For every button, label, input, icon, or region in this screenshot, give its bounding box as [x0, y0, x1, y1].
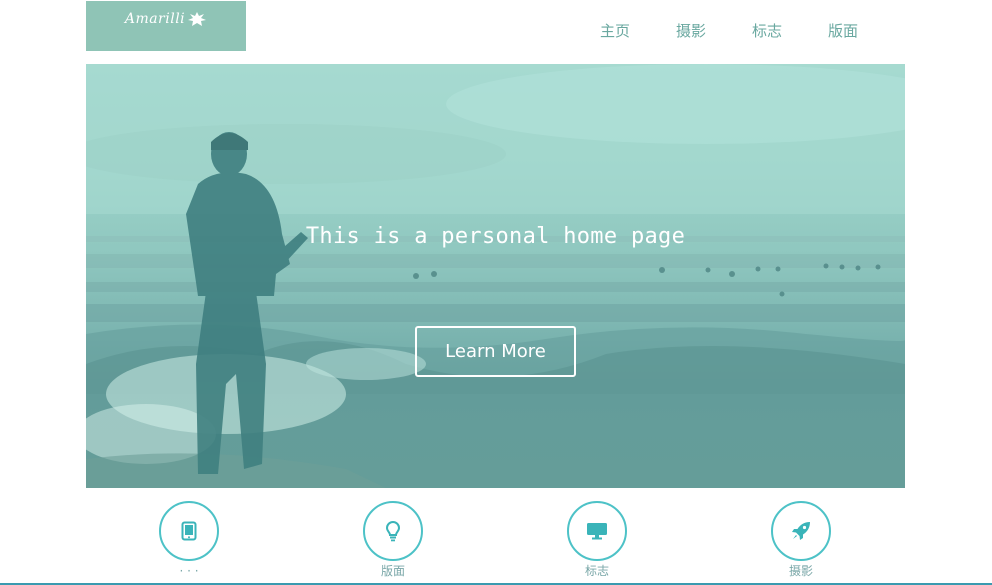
- feature-item-layout: 版面: [333, 501, 453, 579]
- page: Amarilli 主页 摄影 标志 版面 This is a personal …: [0, 0, 992, 585]
- lightbulb-icon: [385, 520, 401, 542]
- logo-text: Amarilli: [124, 11, 186, 27]
- hero-title: This is a personal home page: [305, 224, 686, 249]
- tablet-icon-button[interactable]: [159, 501, 219, 561]
- rocket-icon: [792, 522, 810, 540]
- rocket-icon-button[interactable]: [771, 501, 831, 561]
- nav-item-logo[interactable]: 标志: [752, 20, 828, 42]
- nav-item-home[interactable]: 主页: [600, 20, 676, 42]
- monitor-icon: [587, 523, 607, 540]
- tablet-icon: [181, 521, 197, 541]
- lightbulb-icon-button[interactable]: [363, 501, 423, 561]
- feature-item-tablet: · · ·: [129, 501, 249, 579]
- logo[interactable]: Amarilli: [86, 1, 246, 51]
- nav-item-photography[interactable]: 摄影: [676, 20, 752, 42]
- feature-item-logo: 标志: [537, 501, 657, 579]
- hero-background-image: [86, 64, 905, 488]
- monitor-icon-button[interactable]: [567, 501, 627, 561]
- nav-item-layout[interactable]: 版面: [828, 20, 904, 42]
- hero-banner: This is a personal home page Learn More: [86, 64, 905, 488]
- flower-icon: [188, 12, 207, 26]
- feature-label: 标志: [584, 564, 609, 578]
- feature-label: 版面: [380, 564, 405, 578]
- feature-label: · · ·: [179, 564, 199, 578]
- feature-item-photography: 摄影: [741, 501, 861, 579]
- main-nav: 主页 摄影 标志 版面: [600, 20, 904, 42]
- learn-more-button[interactable]: Learn More: [415, 326, 576, 377]
- feature-label: 摄影: [788, 564, 813, 578]
